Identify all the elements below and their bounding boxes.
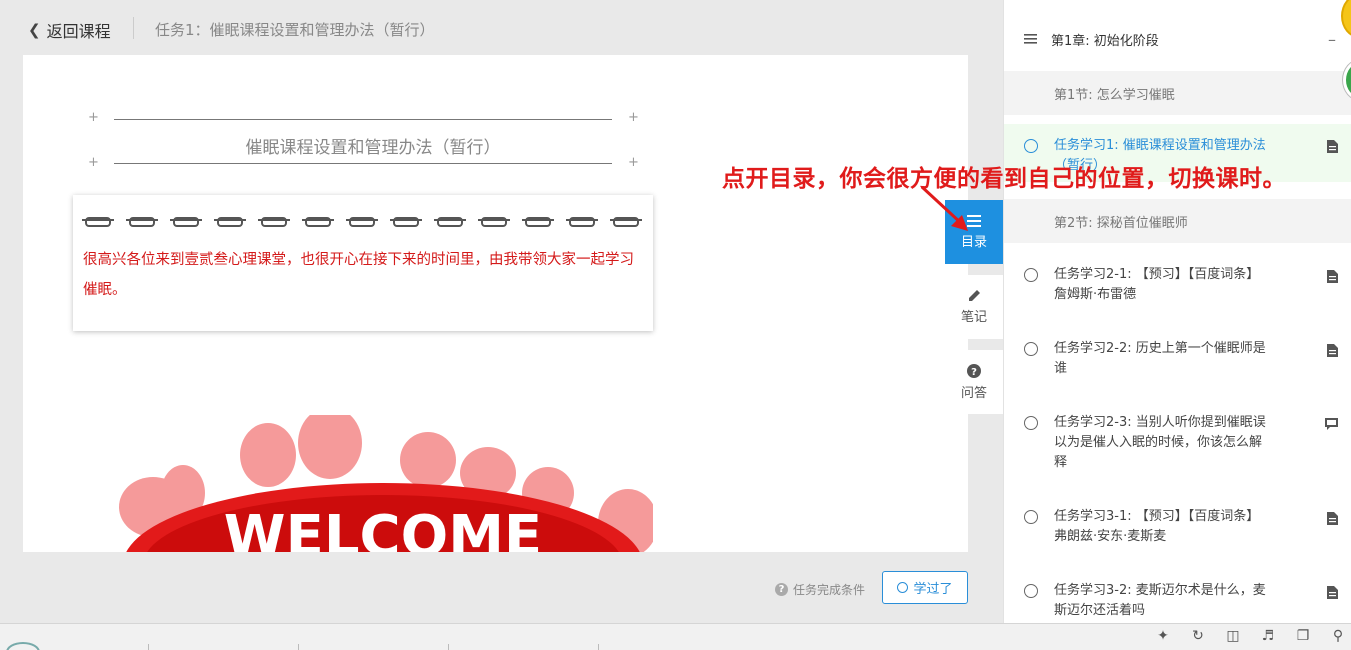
- document-viewer[interactable]: + + 催眠课程设置和管理办法（暂行） + + 很高兴各位来到壹贰叁心理课堂，也…: [23, 55, 968, 552]
- title-rule-top: [114, 119, 612, 120]
- chapter-title: 第1章: 初始化阶段: [1051, 33, 1159, 49]
- question-circle-icon: ?: [775, 583, 788, 596]
- document-icon: [1327, 586, 1338, 599]
- catalog-item-label: 任务学习2-1: 【预习】【百度词条】詹姆斯·布雷德: [1054, 267, 1260, 302]
- catalog-item-label: 任务学习3-2: 麦斯迈尔术是什么，麦斯迈尔还活着吗: [1054, 583, 1266, 618]
- top-bar: ❮ 返回课程 任务1：催眠课程设置和管理办法（暂行）: [0, 0, 1003, 55]
- tray-icons: ✦ ↻ ◫ ♬ ❐ ⚲: [1154, 628, 1347, 644]
- decoration-plus: +: [628, 155, 639, 170]
- header-divider: [133, 17, 134, 39]
- volume-icon[interactable]: ♬: [1259, 628, 1277, 644]
- start-button[interactable]: [6, 642, 40, 650]
- svg-text:?: ?: [971, 367, 977, 378]
- taskbar: ✦ ↻ ◫ ♬ ❐ ⚲: [0, 623, 1351, 650]
- notes-tool-button[interactable]: 笔记: [945, 275, 1003, 339]
- progress-circle-icon: [1024, 510, 1038, 524]
- pin-icon[interactable]: ✦: [1154, 628, 1172, 644]
- progress-circle-icon: [1024, 584, 1038, 598]
- catalog-item[interactable]: 任务学习2-1: 【预习】【百度词条】詹姆斯·布雷德: [1004, 265, 1351, 305]
- collapse-icon[interactable]: –: [1328, 30, 1336, 49]
- title-rule-bottom: [114, 163, 612, 164]
- notes-tool-label: 笔记: [960, 310, 987, 325]
- catalog-item[interactable]: 任务学习2-2: 历史上第一个催眠师是谁: [1004, 339, 1351, 379]
- mark-learned-button[interactable]: 学过了: [882, 571, 968, 604]
- welcome-text: WELCOME: [224, 504, 542, 552]
- decoration-plus: +: [628, 110, 639, 125]
- pencil-icon: [968, 290, 980, 301]
- task-title: 任务1：催眠课程设置和管理办法（暂行）: [155, 21, 435, 39]
- intro-card: 很高兴各位来到壹贰叁心理课堂，也很开心在接下来的时间里，由我带领大家一起学习催眠…: [73, 195, 653, 331]
- qa-tool-label: 问答: [960, 385, 987, 401]
- section-header: 第2节: 探秘首位催眠师: [1004, 199, 1351, 243]
- section-header: 第1节: 怎么学习催眠: [1004, 71, 1351, 115]
- qa-tool-button[interactable]: ? 问答: [945, 350, 1003, 414]
- discussion-icon: [1325, 418, 1338, 430]
- binder-clips: [82, 215, 642, 227]
- progress-circle-icon: [1024, 268, 1038, 282]
- chapter-header[interactable]: 第1章: 初始化阶段 –: [1004, 12, 1351, 66]
- decoration-plus: +: [88, 155, 99, 170]
- completion-condition-label: 任务完成条件: [793, 583, 866, 597]
- annotation-arrow-icon: [920, 185, 968, 231]
- completion-condition[interactable]: ? 任务完成条件: [775, 581, 865, 598]
- progress-circle-icon: [1024, 139, 1038, 153]
- mark-learned-label: 学过了: [913, 582, 953, 597]
- document-icon: [1327, 344, 1338, 357]
- decoration-plus: +: [88, 110, 99, 125]
- tutorial-annotation: 点开目录，你会很方便的看到自己的位置，切换课时。: [722, 166, 1286, 192]
- document-icon: [1327, 512, 1338, 525]
- back-label: 返回课程: [46, 22, 111, 41]
- search-icon[interactable]: ⚲: [1329, 628, 1347, 644]
- welcome-banner-image: WELCOME: [119, 415, 653, 552]
- trash-icon[interactable]: ◫: [1224, 628, 1242, 644]
- document-title: 催眠课程设置和管理办法（暂行）: [245, 138, 501, 158]
- catalog-item[interactable]: 任务学习2-3: 当别人听你提到催眠误以为是催人入眠的时候，你该怎么解释: [1004, 413, 1351, 473]
- catalog-item[interactable]: 任务学习3-1: 【预习】【百度词条】弗朗兹·安东·麦斯麦: [1004, 507, 1351, 547]
- catalog-item-label: 任务学习3-1: 【预习】【百度词条】弗朗兹·安东·麦斯麦: [1054, 509, 1260, 544]
- question-icon: ?: [967, 363, 981, 378]
- chevron-left-icon: ❮: [28, 21, 41, 39]
- window-icon[interactable]: ❐: [1294, 628, 1312, 644]
- back-to-course-link[interactable]: ❮ 返回课程: [28, 18, 111, 42]
- catalog-item[interactable]: 任务学习3-2: 麦斯迈尔术是什么，麦斯迈尔还活着吗: [1004, 581, 1351, 621]
- catalog-item-label: 任务学习2-3: 当别人听你提到催眠误以为是催人入眠的时候，你该怎么解释: [1054, 415, 1266, 470]
- circle-icon: [897, 582, 909, 593]
- catalog-item-label: 任务学习2-2: 历史上第一个催眠师是谁: [1054, 341, 1266, 376]
- share-icon[interactable]: ↻: [1189, 628, 1207, 644]
- menu-icon: [1024, 34, 1037, 44]
- intro-text: 很高兴各位来到壹贰叁心理课堂，也很开心在接下来的时间里，由我带领大家一起学习催眠…: [83, 252, 634, 298]
- progress-circle-icon: [1024, 342, 1038, 356]
- document-icon: [1327, 140, 1338, 153]
- catalog-panel: 第1章: 初始化阶段 – 第1节: 怎么学习催眠 任务学习1: 催眠课程设置和管…: [1003, 0, 1351, 623]
- document-icon: [1327, 270, 1338, 283]
- progress-circle-icon: [1024, 416, 1038, 430]
